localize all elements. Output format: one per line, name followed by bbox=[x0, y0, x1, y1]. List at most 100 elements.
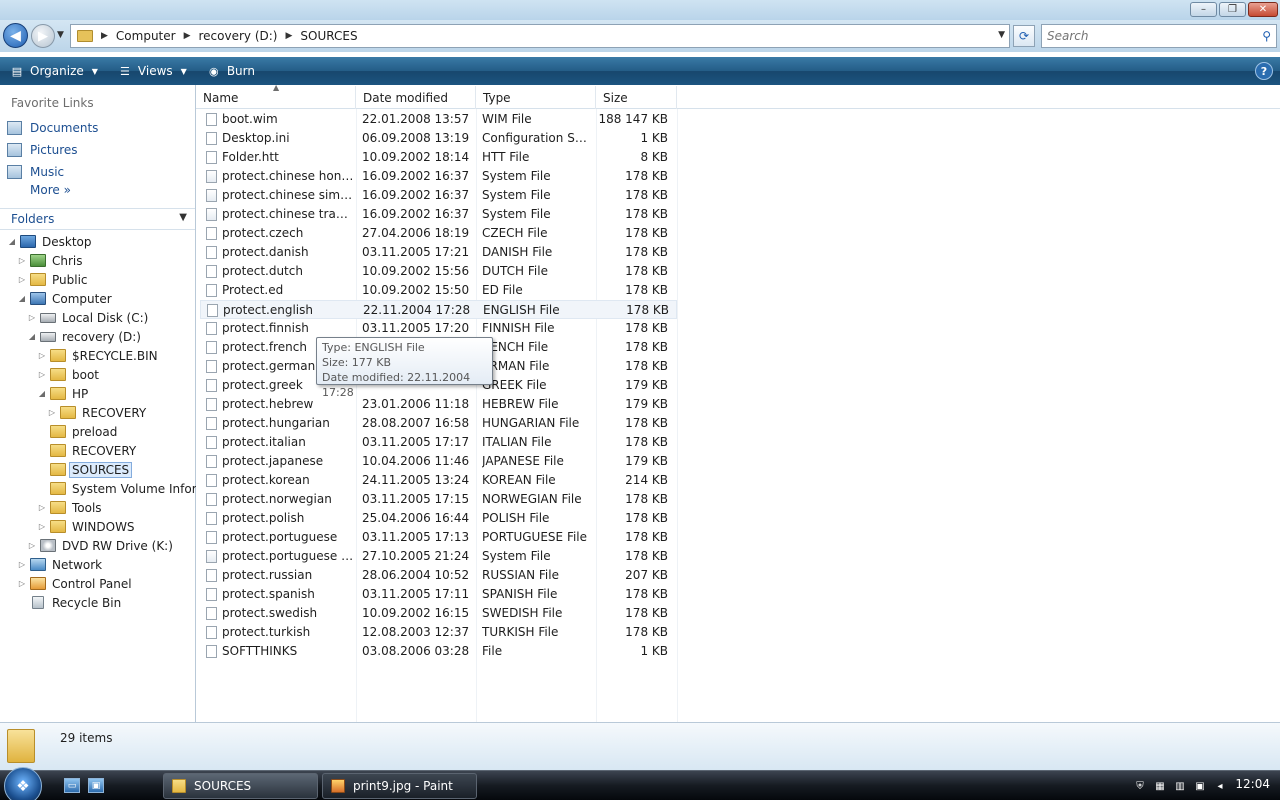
collapsed-arrow-icon[interactable]: ▷ bbox=[47, 408, 57, 417]
collapsed-arrow-icon[interactable]: ▷ bbox=[17, 275, 27, 284]
breadcrumb-recovery[interactable]: recovery (D:) bbox=[199, 29, 278, 43]
breadcrumb-computer[interactable]: Computer bbox=[116, 29, 176, 43]
collapsed-arrow-icon[interactable]: ▷ bbox=[37, 503, 47, 512]
file-row[interactable]: protect.swedish 10.09.2002 16:15 SWEDISH F… bbox=[200, 604, 677, 623]
tree-item-recycle-bin-folder[interactable]: ▷ $RECYCLE.BIN bbox=[37, 346, 158, 365]
file-row[interactable]: Folder.htt 10.09.2002 18:14 HTT File 8 KB bbox=[200, 148, 677, 167]
start-button[interactable]: ❖ bbox=[4, 767, 42, 800]
expanded-arrow-icon[interactable]: ◢ bbox=[17, 294, 27, 303]
column-header-name[interactable]: Name ▲ bbox=[196, 83, 356, 109]
tree-item-desktop[interactable]: ◢ Desktop bbox=[7, 232, 92, 251]
file-row[interactable]: protect.english 22.11.2004 17:28 ENGLISH F… bbox=[200, 300, 677, 319]
file-row[interactable]: protect.dutch 10.09.2002 15:56 DUTCH File 1… bbox=[200, 262, 677, 281]
security-shield-icon[interactable]: ⛨ bbox=[1133, 779, 1147, 793]
file-row[interactable]: protect.italian 03.11.2005 17:17 ITALIAN F… bbox=[200, 433, 677, 452]
windows-update-icon[interactable]: ▦ bbox=[1153, 779, 1167, 793]
search-input[interactable] bbox=[1047, 29, 1247, 43]
tree-item-boot[interactable]: ▷ boot bbox=[37, 365, 99, 384]
file-row[interactable]: protect.korean 24.11.2005 13:24 KOREAN Fil… bbox=[200, 471, 677, 490]
network-icon[interactable]: ▥ bbox=[1173, 779, 1187, 793]
collapsed-arrow-icon[interactable]: ▷ bbox=[27, 541, 37, 550]
expanded-arrow-icon[interactable]: ◢ bbox=[7, 237, 17, 246]
folders-header[interactable]: Folders ▼ bbox=[0, 208, 195, 230]
file-row[interactable]: protect.norwegian 03.11.2005 17:15 NORWEGI… bbox=[200, 490, 677, 509]
tree-item-dvd-drive[interactable]: ▷ DVD RW Drive (K:) bbox=[27, 536, 173, 555]
breadcrumb-sources[interactable]: SOURCES bbox=[300, 29, 357, 43]
tree-item-recovery[interactable]: RECOVERY bbox=[37, 441, 136, 460]
file-row[interactable]: protect.chinese simplif... 16.09.2002 16:… bbox=[200, 186, 677, 205]
favorite-pictures[interactable]: Pictures bbox=[7, 140, 78, 160]
file-row[interactable]: protect.czech 27.04.2006 18:19 CZECH File 1… bbox=[200, 224, 677, 243]
burn-button[interactable]: ◉ Burn bbox=[197, 57, 265, 85]
file-row[interactable]: SOFTTHINKS 03.08.2006 03:28 File 1 KB bbox=[200, 642, 677, 661]
chevron-right-icon[interactable]: ▶ bbox=[184, 31, 191, 41]
tree-item-hp-recovery[interactable]: ▷ RECOVERY bbox=[47, 403, 146, 422]
file-row[interactable]: protect.japanese 10.04.2006 11:46 JAPANESE… bbox=[200, 452, 677, 471]
column-header-type[interactable]: Type bbox=[476, 86, 596, 109]
back-button[interactable]: ◀ bbox=[3, 23, 28, 48]
chevron-right-icon[interactable]: ▶ bbox=[285, 31, 292, 41]
search-box[interactable]: ⚲ bbox=[1041, 24, 1277, 48]
file-row[interactable]: protect.russian 28.06.2004 10:52 RUSSIAN F… bbox=[200, 566, 677, 585]
collapsed-arrow-icon[interactable]: ▷ bbox=[37, 351, 47, 360]
tree-item-sources[interactable]: SOURCES bbox=[37, 460, 133, 479]
file-row[interactable]: protect.portuguese 03.11.2005 17:13 PORTUG… bbox=[200, 528, 677, 547]
file-row[interactable]: Protect.ed 10.09.2002 15:50 ED File 178 KB bbox=[200, 281, 677, 300]
tree-item-network[interactable]: ▷ Network bbox=[17, 555, 102, 574]
chevron-down-icon[interactable]: ▼ bbox=[179, 212, 187, 223]
collapsed-arrow-icon[interactable]: ▷ bbox=[17, 560, 27, 569]
forward-button[interactable]: ▶ bbox=[31, 24, 55, 48]
file-row[interactable]: protect.portuguese bra... 27.10.2005 21:2… bbox=[200, 547, 677, 566]
clock[interactable]: 12:04 bbox=[1235, 777, 1270, 791]
collapsed-arrow-icon[interactable]: ▷ bbox=[37, 522, 47, 531]
file-row[interactable]: protect.polish 25.04.2006 16:44 POLISH Fil… bbox=[200, 509, 677, 528]
collapsed-arrow-icon[interactable]: ▷ bbox=[37, 370, 47, 379]
file-row[interactable]: protect.chinese hong k... 16.09.2002 16:3… bbox=[200, 167, 677, 186]
tree-item-tools[interactable]: ▷ Tools bbox=[37, 498, 102, 517]
organize-button[interactable]: ▤ Organize ▼ bbox=[0, 57, 108, 85]
tree-item-windows[interactable]: ▷ WINDOWS bbox=[37, 517, 135, 536]
taskbar-button-paint[interactable]: print9.jpg - Paint bbox=[322, 773, 477, 799]
favorite-music[interactable]: Music bbox=[7, 162, 64, 182]
column-header-size[interactable]: Size bbox=[596, 86, 677, 109]
tree-item-system-volume[interactable]: System Volume Inform bbox=[37, 479, 208, 498]
tree-item-hp[interactable]: ◢ HP bbox=[37, 384, 88, 403]
network-status-icon[interactable]: ▣ bbox=[1193, 779, 1207, 793]
collapsed-arrow-icon[interactable]: ▷ bbox=[17, 256, 27, 265]
favorites-more-link[interactable]: More » bbox=[30, 183, 71, 197]
file-row[interactable]: protect.chinese traditi... 16.09.2002 16:… bbox=[200, 205, 677, 224]
expanded-arrow-icon[interactable]: ◢ bbox=[27, 332, 37, 341]
address-bar[interactable]: ▶ Computer ▶ recovery (D:) ▶ SOURCES ▼ bbox=[70, 24, 1010, 48]
collapsed-arrow-icon[interactable]: ▷ bbox=[17, 579, 27, 588]
refresh-button[interactable]: ⟳ bbox=[1013, 25, 1035, 47]
collapsed-arrow-icon[interactable]: ▷ bbox=[27, 313, 37, 322]
maximize-button[interactable]: ❐ bbox=[1219, 2, 1246, 17]
volume-icon[interactable]: ◂ bbox=[1213, 779, 1227, 793]
file-row[interactable]: protect.finnish 03.11.2005 17:20 FINNISH F… bbox=[200, 319, 677, 338]
tree-item-chris[interactable]: ▷ Chris bbox=[17, 251, 83, 270]
tree-item-preload[interactable]: preload bbox=[37, 422, 117, 441]
file-row[interactable]: protect.turkish 12.08.2003 12:37 TURKISH F… bbox=[200, 623, 677, 642]
file-row[interactable]: boot.wim 22.01.2008 13:57 WIM File 188 147 … bbox=[200, 110, 677, 129]
close-button[interactable]: ✕ bbox=[1248, 2, 1278, 17]
minimize-button[interactable]: – bbox=[1190, 2, 1217, 17]
column-header-date[interactable]: Date modified bbox=[356, 86, 476, 109]
chevron-down-icon[interactable]: ▼ bbox=[998, 30, 1005, 40]
favorite-documents[interactable]: Documents bbox=[7, 118, 98, 138]
taskbar-button-sources[interactable]: SOURCES bbox=[163, 773, 318, 799]
show-desktop-icon[interactable]: ▭ bbox=[64, 778, 80, 793]
tree-item-public[interactable]: ▷ Public bbox=[17, 270, 88, 289]
file-row[interactable]: protect.hungarian 28.08.2007 16:58 HUNGARI… bbox=[200, 414, 677, 433]
help-icon[interactable]: ? bbox=[1255, 62, 1273, 80]
switch-windows-icon[interactable]: ▣ bbox=[88, 778, 104, 793]
recent-pages-button[interactable]: ▼ bbox=[57, 30, 64, 40]
file-row[interactable]: protect.spanish 03.11.2005 17:11 SPANISH F… bbox=[200, 585, 677, 604]
file-row[interactable]: Desktop.ini 06.09.2008 13:19 Configuration… bbox=[200, 129, 677, 148]
expanded-arrow-icon[interactable]: ◢ bbox=[37, 389, 47, 398]
views-button[interactable]: ☰ Views ▼ bbox=[108, 57, 197, 85]
tree-item-control-panel[interactable]: ▷ Control Panel bbox=[17, 574, 132, 593]
search-icon[interactable]: ⚲ bbox=[1262, 29, 1271, 43]
file-row[interactable]: protect.danish 03.11.2005 17:21 DANISH Fil… bbox=[200, 243, 677, 262]
tree-item-computer[interactable]: ◢ Computer bbox=[17, 289, 112, 308]
tree-item-local-disk[interactable]: ▷ Local Disk (C:) bbox=[27, 308, 148, 327]
